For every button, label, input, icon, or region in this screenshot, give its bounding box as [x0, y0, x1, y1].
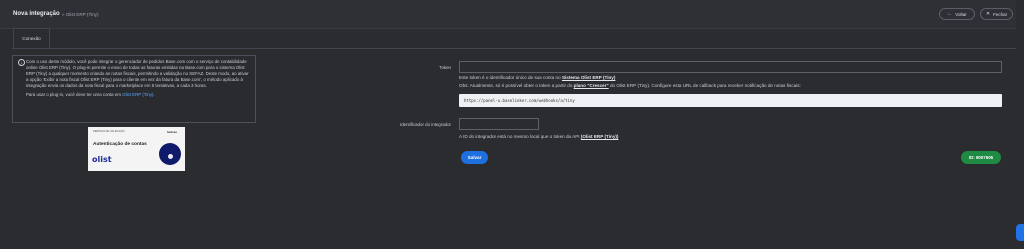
plugin-note-text: Para usar o plug-in, você deve ter uma c… [26, 92, 121, 98]
info-paragraph: Com o uso deste módulo, você pode integr… [26, 59, 249, 89]
plugin-note-suffix: . [153, 92, 155, 98]
olist-link[interactable]: Olist ERP (Tiny) [122, 92, 153, 97]
olist-logo: olist [92, 155, 112, 164]
breadcrumb: » Olist ERP (Tiny) [62, 12, 99, 17]
token-label: Token [439, 65, 451, 70]
token-help: Este token é o identificador único de su… [459, 74, 615, 81]
obs-suffix: do Olist ERP (Tiny). Configure esta URL … [609, 83, 801, 88]
page-title: Nova integração [13, 11, 60, 17]
tab-connection[interactable]: Conexão [13, 28, 50, 48]
integrator-input[interactable] [459, 118, 539, 130]
obs-prefix: Obs: Atualmente, só é possível obter o t… [459, 83, 573, 88]
crescer-plan-link[interactable]: plano "Crescer" [574, 83, 609, 88]
callback-url-field[interactable]: https://panel-u.baselinker.com/webhooks/… [459, 94, 1002, 107]
back-button[interactable]: ← Voltar [939, 8, 975, 20]
integrator-help-text: A ID do integrador está no mesmo local q… [459, 134, 580, 139]
scrollbar[interactable] [1016, 0, 1024, 249]
olist-system-link[interactable]: Sistema Olist ERP (Tiny) [562, 75, 615, 80]
olist-api-link[interactable]: (Olist ERP (Tiny)) [581, 134, 619, 139]
token-help-text: Este token é o identificador único de su… [459, 75, 561, 80]
info-box: i Com o uso deste módulo, você pode inte… [12, 55, 256, 123]
close-button-label: Fechar [993, 11, 1008, 17]
id-badge: ID: 8007605 [961, 151, 1001, 164]
close-icon: ✕ [985, 11, 991, 17]
promo-dot-graphic [168, 154, 173, 159]
top-bar: Nova integração » Olist ERP (Tiny) ← Vol… [0, 0, 1024, 29]
tab-bar: Conexão [12, 28, 1016, 49]
close-button[interactable]: ✕ Fechar [980, 8, 1013, 20]
integrator-label: Identificador do integrador [399, 122, 451, 127]
promo-title: Autenticação de contas [93, 142, 147, 147]
arrow-left-icon: ← [947, 11, 953, 17]
obs-text: Obs: Atualmente, só é possível obter o t… [459, 82, 801, 89]
integrator-help: A ID do integrador está no mesmo local q… [459, 133, 618, 140]
promo-brand: Sebrae [167, 130, 178, 134]
promo-top-text: PERÍODO DE VALIDAÇÃO [93, 130, 125, 133]
plugin-note: Para usar o plug-in, você deve ter uma c… [26, 92, 251, 98]
info-icon: i [18, 59, 25, 66]
back-button-label: Voltar [955, 11, 967, 17]
scrollbar-thumb[interactable] [1016, 224, 1024, 241]
save-button[interactable]: Salvar [461, 151, 488, 164]
promo-banner: PERÍODO DE VALIDAÇÃO Sebrae Autenticação… [88, 127, 185, 171]
token-input[interactable] [459, 61, 1002, 73]
